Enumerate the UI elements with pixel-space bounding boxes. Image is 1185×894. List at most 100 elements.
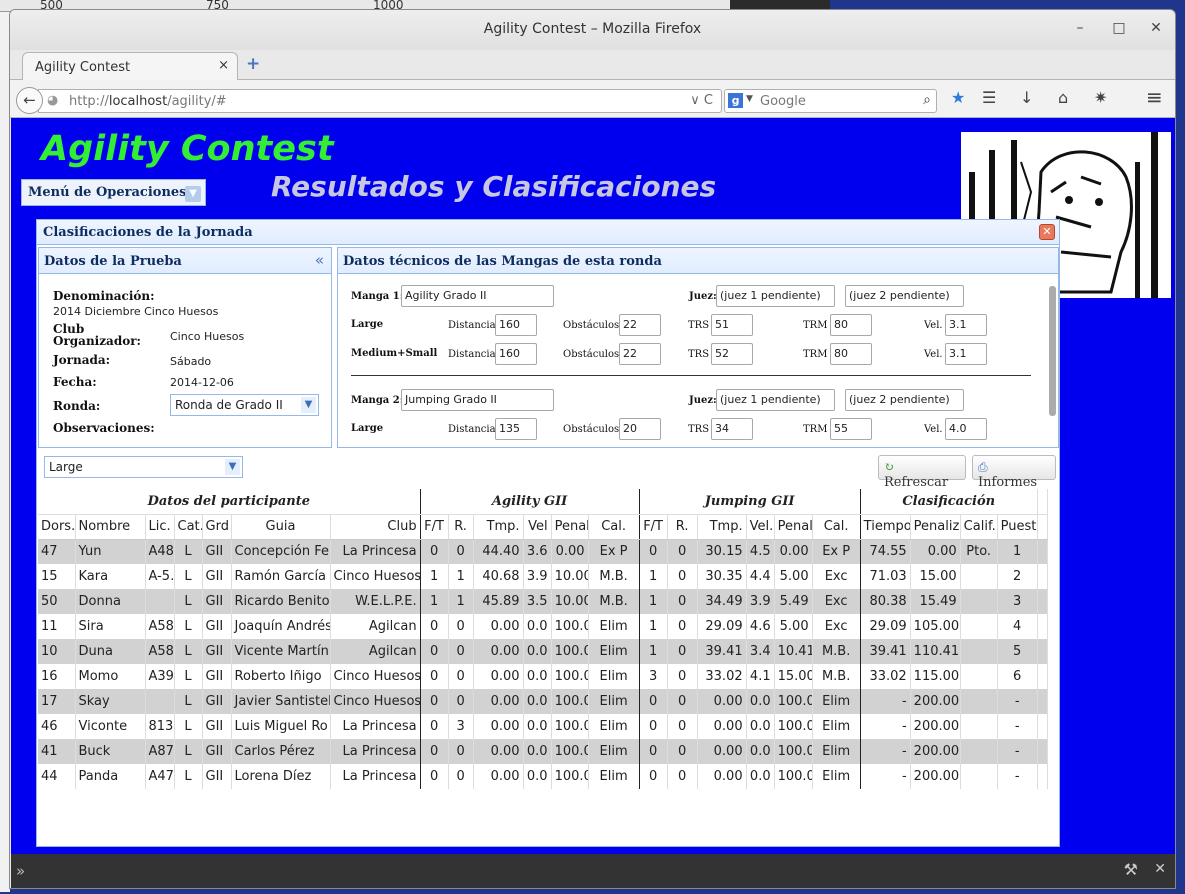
table-row[interactable]: 44 Panda A47 L GII Lorena Díez La Princesa 0 0 0.… [38, 764, 1048, 789]
col-header-categoria[interactable]: Cat. [174, 514, 203, 540]
cell-clas-penalizacion: 105.00 [910, 614, 961, 639]
col-header-grado[interactable]: Grd [202, 514, 232, 540]
col-header-agility-velocidad[interactable]: Vel [523, 514, 552, 540]
col-header-jumping-penal[interactable]: Penal [774, 514, 813, 540]
maximize-icon[interactable]: □ [1111, 20, 1127, 36]
col-header-jumping-calificacion[interactable]: Cal. [812, 514, 861, 540]
dialog-close-icon[interactable]: ✕ [1039, 224, 1055, 240]
ronda-select[interactable]: Ronda de Grado II ▼ [170, 394, 319, 416]
collapse-icon[interactable]: « [315, 251, 324, 269]
m1-ms-vel[interactable]: 3.1 [945, 343, 987, 365]
star-icon[interactable]: ★ [951, 88, 965, 107]
tab-close-icon[interactable]: × [218, 58, 229, 73]
table-row[interactable]: 16 Momo A39 L GII Roberto Iñigo Cinco Huesos 0 0… [38, 664, 1048, 689]
category-select[interactable]: Large ▼ [44, 456, 243, 478]
juez1-input[interactable]: (juez 1 pendiente) [716, 285, 835, 307]
cell-agility-tiempo: 0.00 [473, 764, 524, 789]
cell-clas-calificacion [960, 614, 998, 639]
findbar-close-icon[interactable]: ✕ [1154, 861, 1166, 877]
col-header-clas-tiempo[interactable]: Tiempo [860, 514, 911, 540]
col-header-agility-penal[interactable]: Penal [551, 514, 589, 540]
table-row[interactable]: 10 Duna A58 L GII Vicente Martín Agilcan 0 0 0.00… [38, 639, 1048, 664]
col-header-guia[interactable]: Guia [231, 514, 331, 540]
col-header-agility-tiempo[interactable]: Tmp. [473, 514, 524, 540]
google-icon[interactable]: g [728, 93, 743, 108]
juez2-input[interactable]: (juez 2 pendiente) [845, 285, 964, 307]
m2-large-distancia[interactable]: 135 [495, 418, 537, 440]
m1-large-distancia[interactable]: 160 [495, 314, 537, 336]
col-header-jumping-tiempo[interactable]: Tmp. [697, 514, 747, 540]
m1-ms-trm[interactable]: 80 [830, 343, 872, 365]
large-label: Large [351, 319, 384, 330]
col-header-clas-puesto[interactable]: Puesto [997, 514, 1038, 540]
m2-large-obstaculos[interactable]: 20 [619, 418, 661, 440]
cell-jumping-penal: 100.0 [774, 714, 813, 739]
reading-list-icon[interactable]: ☰ [982, 88, 996, 107]
home-icon[interactable]: ⌂ [1058, 88, 1068, 107]
close-icon[interactable]: ✕ [1148, 20, 1164, 36]
table-row[interactable]: 47 Yun A48 L GII Concepción Fer La Princesa 0 0 4… [38, 539, 1048, 564]
search-bar[interactable]: g ▼ Google ⌕ [724, 89, 937, 113]
col-header-clas-calificacion[interactable]: Calif. [960, 514, 998, 540]
m1-large-vel[interactable]: 3.1 [945, 314, 987, 336]
m1-large-trm[interactable]: 80 [830, 314, 872, 336]
panel-scrollbar[interactable] [1049, 286, 1056, 416]
cell-agility-velocidad: 0.0 [523, 614, 552, 639]
m1-large-trs[interactable]: 51 [711, 314, 753, 336]
cell-categoria: L [174, 564, 203, 589]
cell-jumping-tiempo: 33.02 [697, 664, 747, 689]
manga2-input[interactable]: Jumping Grado II [401, 389, 554, 411]
ronda-select-value: Ronda de Grado II [175, 398, 283, 412]
col-header-agility-faltas[interactable]: F/T [420, 514, 449, 540]
col-header-agility-calificacion[interactable]: Cal. [588, 514, 640, 540]
reports-button[interactable]: ⎙ Informes [972, 455, 1056, 490]
new-tab-icon[interactable]: + [246, 54, 260, 74]
col-header-dorsal[interactable]: Dors. [38, 514, 76, 540]
menu-icon[interactable]: ≡ [1146, 85, 1163, 109]
minimize-icon[interactable]: – [1072, 20, 1088, 36]
col-header-clas-penalizacion[interactable]: Penaliz [910, 514, 961, 540]
cell-grado: GII [202, 764, 232, 789]
manga1-input[interactable]: Agility Grado II [401, 285, 554, 307]
tab-agility-contest[interactable]: Agility Contest × [22, 52, 238, 81]
col-header-jumping-faltas[interactable]: F/T [639, 514, 668, 540]
search-engine-dropdown-icon[interactable]: ▼ [746, 94, 753, 104]
category-select-value: Large [49, 460, 83, 474]
cell-dorsal: 46 [38, 714, 76, 739]
table-row[interactable]: 17 Skay L GII Javier Santisteb Cinco Huesos 0 0… [38, 689, 1048, 714]
juez1-input[interactable]: (juez 1 pendiente) [716, 389, 835, 411]
refresh-button[interactable]: ↻ Refrescar [878, 455, 966, 490]
back-button[interactable]: ← [16, 87, 43, 114]
wrench-icon[interactable]: ⚒ [1124, 860, 1138, 879]
download-icon[interactable]: ↓ [1020, 88, 1033, 107]
search-icon[interactable]: ⌕ [923, 92, 931, 108]
m2-large-trs[interactable]: 34 [711, 418, 753, 440]
reload-icon[interactable]: ∨ C [690, 93, 713, 108]
expand-icon[interactable]: » [16, 862, 25, 880]
col-header-club[interactable]: Club [330, 514, 421, 540]
search-input[interactable]: Google [760, 94, 806, 109]
col-header-jumping-velocidad[interactable]: Vel. [746, 514, 775, 540]
operations-menu-button[interactable]: Menú de Operaciones ▼ [21, 179, 206, 206]
m2-large-vel[interactable]: 4.0 [945, 418, 987, 440]
cell-agility-tiempo: 0.00 [473, 664, 524, 689]
col-header-jumping-rehuses[interactable]: R. [667, 514, 698, 540]
m1-ms-trs[interactable]: 52 [711, 343, 753, 365]
table-row[interactable]: 46 Viconte 813 L GII Luis Miguel Ro La Princes… [38, 714, 1048, 739]
url-bar[interactable]: ◕ http://localhost/agility/# ∨ C [38, 89, 722, 113]
table-row[interactable]: 11 Sira A58 L GII Joaquín Andrés Agilcan 0 0 0.00… [38, 614, 1048, 639]
m2-large-trm[interactable]: 55 [830, 418, 872, 440]
table-row[interactable]: 41 Buck A87 L GII Carlos Pérez La Princesa 0 0 0.… [38, 739, 1048, 764]
table-row[interactable]: 15KaraA-5…LGIIRamón García ICinco Huesos… [38, 564, 1048, 589]
m1-ms-distancia[interactable]: 160 [495, 343, 537, 365]
m1-large-obstaculos[interactable]: 22 [619, 314, 661, 336]
col-header-nombre[interactable]: Nombre [75, 514, 146, 540]
col-header-agility-rehuses[interactable]: R. [448, 514, 474, 540]
addon-icon[interactable]: ✷ [1094, 88, 1107, 107]
m1-ms-obstaculos[interactable]: 22 [619, 343, 661, 365]
table-row[interactable]: 50 Donna L GII Ricardo Benito W.E.L.P.E. 1 1 45.… [38, 589, 1048, 614]
cell-spacer [1037, 739, 1048, 764]
col-header-licencia[interactable]: Lic. [145, 514, 175, 540]
col-header-spacer [1037, 514, 1048, 540]
juez2-input[interactable]: (juez 2 pendiente) [845, 389, 964, 411]
